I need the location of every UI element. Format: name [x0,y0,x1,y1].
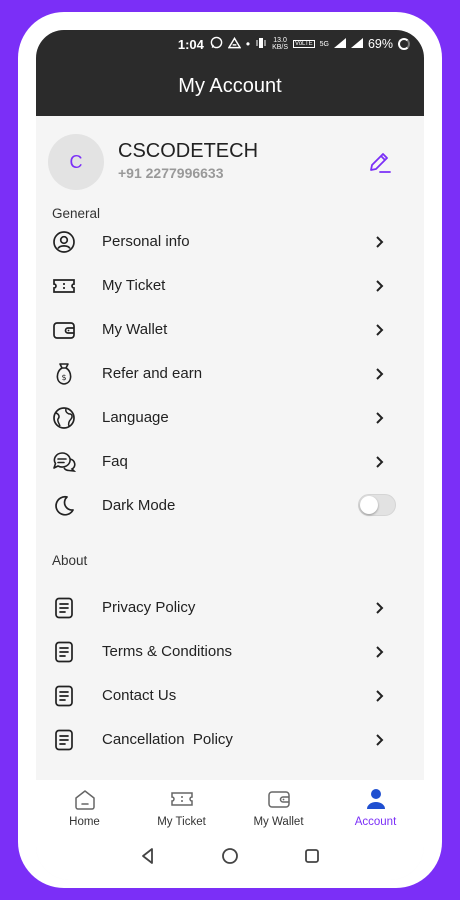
chevron-right-icon [376,324,384,336]
money-bag-icon: $ [56,363,72,385]
nav-label: My Wallet [253,816,304,828]
edit-icon[interactable] [366,150,392,176]
document-icon [55,729,73,751]
chevron-right-icon [376,734,384,746]
home-icon [74,790,95,810]
document-icon [55,597,73,619]
menu-item-dark-mode: Dark Mode [36,486,424,530]
nav-label: My Ticket [157,816,206,828]
ticket-icon [170,792,193,806]
menu-item-label: Terms & Conditions [102,643,233,660]
chevron-right-icon [376,602,384,614]
menu-item-language[interactable]: Language [36,398,424,442]
chevron-right-icon [376,280,384,292]
chevron-right-icon [376,236,384,248]
profile-name: CSCODETECH [118,140,259,162]
chevron-right-icon [376,368,384,380]
menu-item-faq[interactable]: Faq [36,442,424,486]
account-content[interactable]: C CSCODETECH +91 2277996633 General Pers… [36,116,424,780]
volte-badge: VoLTE [293,40,315,48]
menu-item-label: My Wallet [102,321,168,338]
recents-icon[interactable] [302,846,322,866]
dot-icon: • [245,37,251,51]
nav-home[interactable]: Home [36,780,133,832]
user-circle-icon [53,231,75,253]
vibrate-icon [255,37,267,52]
menu-item-cancellation-policy[interactable]: Cancellation Policy [36,720,424,764]
ticket-icon [53,279,75,293]
bottom-nav: Home My Ticket My Wallet Account [36,780,424,832]
chevron-right-icon [376,412,384,424]
network-type: 5G [319,40,329,48]
wallet-icon [267,791,290,808]
nav-label: Account [354,816,397,828]
menu-item-contact-us[interactable]: Contact Us [36,676,424,720]
menu-item-label: Cancellation Policy [102,731,233,748]
system-nav-bar [36,832,424,880]
menu-item-label: My Ticket [102,277,166,294]
svg-text:$: $ [61,373,66,382]
menu-item-label: Contact Us [102,687,177,704]
menu-item-label: Refer and earn [102,365,203,382]
toggle-knob [360,496,378,514]
status-time: 1:04 [177,36,204,52]
menu-item-refer-and-earn[interactable]: $ Refer and earn [36,354,424,398]
menu-item-label: Dark Mode [102,497,176,514]
battery-percent: 69% [367,37,393,51]
nav-my-ticket[interactable]: My Ticket [133,780,230,832]
section-general-label: General [52,206,101,221]
menu-item-label: Personal info [102,233,190,250]
menu-item-privacy-policy[interactable]: Privacy Policy [36,588,424,632]
profile-card: C CSCODETECH +91 2277996633 [48,134,408,194]
menu-item-label: Faq [102,453,128,470]
menu-item-my-ticket[interactable]: My Ticket [36,266,424,310]
document-icon [55,685,73,707]
globe-icon [53,407,75,429]
dark-mode-toggle[interactable] [358,494,396,516]
menu-item-terms-conditions[interactable]: Terms & Conditions [36,632,424,676]
wallet-icon [53,322,75,339]
menu-item-my-wallet[interactable]: My Wallet [36,310,424,354]
page-title: My Account [36,58,424,116]
app-screen: 1:04 • 13.0 KB/S VoLTE 5G 69% My Account… [36,30,424,880]
nav-my-wallet[interactable]: My Wallet [230,780,327,832]
profile-phone: +91 2277996633 [118,165,224,181]
app-notification-icon [227,36,242,52]
menu-item-label: Language [102,409,169,426]
battery-icon [398,38,410,50]
section-about-label: About [52,553,88,568]
chevron-right-icon [376,456,384,468]
chat-bubbles-icon [53,452,76,473]
data-speed: 13.0 KB/S [272,37,289,51]
chevron-right-icon [376,646,384,658]
menu-item-label: Privacy Policy [102,599,196,616]
status-bar: 1:04 • 13.0 KB/S VoLTE 5G 69% [36,30,424,58]
signal-icon [333,37,346,51]
avatar[interactable]: C [48,134,104,190]
chevron-right-icon [376,690,384,702]
moon-icon [55,495,74,516]
document-icon [55,641,73,663]
menu-item-personal-info[interactable]: Personal info [36,222,424,266]
whatsapp-icon [210,36,223,52]
nav-account[interactable]: Account [327,780,424,832]
person-icon [366,789,385,809]
back-icon[interactable] [138,846,158,866]
home-circle-icon[interactable] [220,846,240,866]
signal-icon-2 [350,37,363,51]
nav-label: Home [69,816,100,828]
